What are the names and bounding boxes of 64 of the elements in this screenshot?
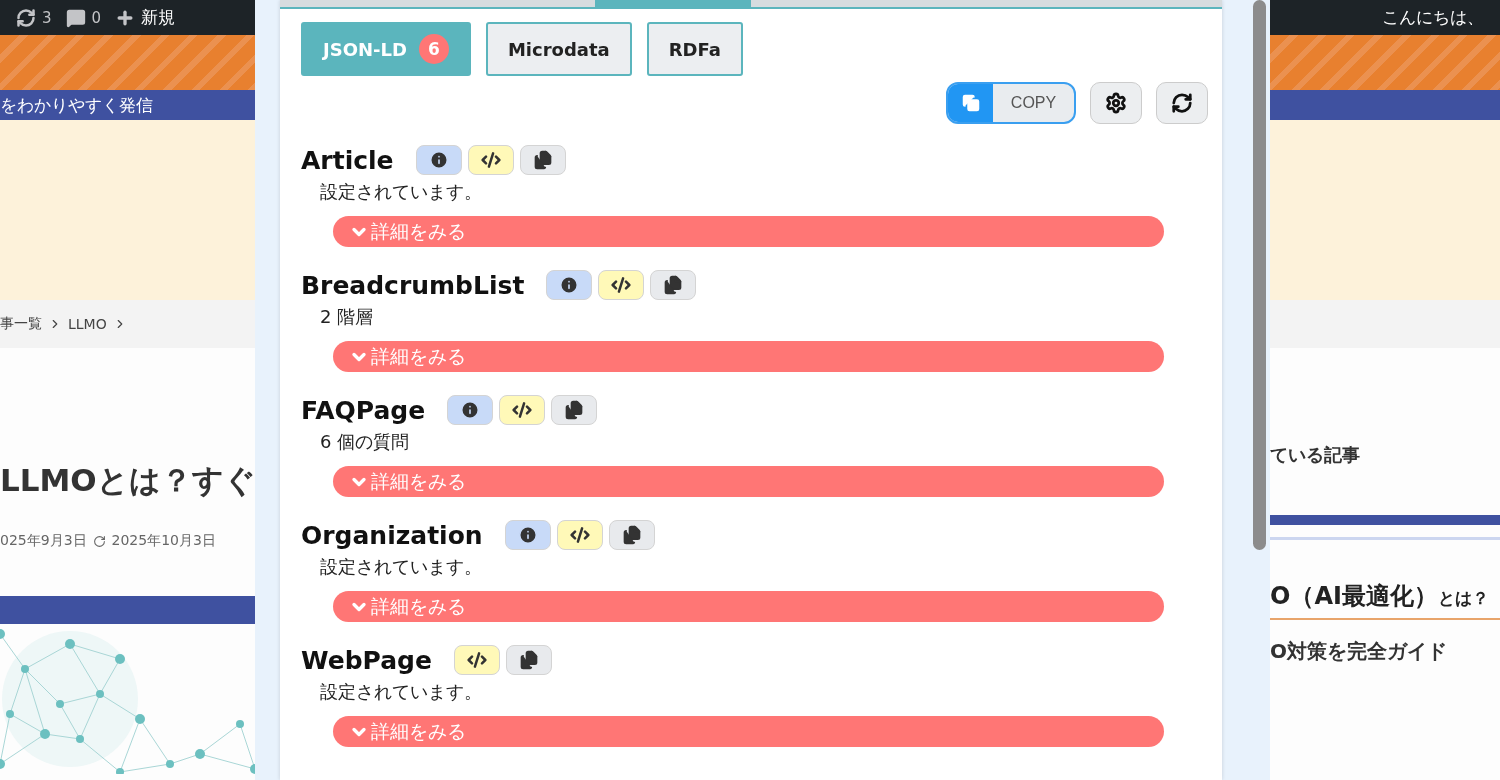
settings-icon [1105,92,1127,114]
code-button[interactable] [598,270,645,300]
sidebar-heading: ている記事 [1270,443,1361,467]
schema-summary: 6 個の質問 [320,430,411,454]
schema-summary: 設定されています。 [320,680,483,704]
article-title: LLMOとは？すぐ [0,461,255,500]
info-button[interactable] [504,520,551,550]
code-icon [466,650,487,670]
code-icon [611,275,632,295]
breadcrumb-link[interactable]: LLMO [68,316,107,332]
info-icon [460,400,481,420]
copy-icon [621,525,642,545]
copy-label: COPY [1009,93,1058,113]
schema-name: FAQPage [301,395,426,425]
site-tagline: をわかりやすく発信 [0,90,255,120]
copy-button[interactable] [650,270,697,300]
schema-summary: 2 階層 [320,305,375,329]
info-icon [517,525,538,545]
sidebar-article-title: O（AI最適化）とは？ [1270,580,1500,620]
info-button[interactable] [546,270,593,300]
settings-button[interactable] [1090,82,1142,124]
format-tab[interactable]: Microdata [485,22,632,76]
copy-icon [532,150,553,170]
info-icon [559,275,580,295]
refresh-icon [1171,92,1193,114]
schema-name: WebPage [301,645,432,675]
info-button[interactable] [447,395,494,425]
copy-icon [518,650,539,670]
scrollbar-thumb[interactable] [1253,0,1266,550]
comment-icon [65,7,86,28]
code-button[interactable] [499,395,546,425]
schema-summary: 設定されています。 [320,180,483,204]
schema-name: Article [301,145,394,175]
copy-icon [564,400,585,420]
admin-bar-label[interactable]: 新規 [141,6,176,29]
code-button[interactable] [453,645,500,675]
code-icon [569,525,590,545]
published-date: 025年9月3日 [0,532,87,550]
code-button[interactable] [467,145,514,175]
copy-toggle[interactable]: COPY [946,82,1076,124]
copy-button[interactable] [519,145,566,175]
info-button[interactable] [415,145,462,175]
format-tab[interactable]: RDFa [646,22,743,76]
breadcrumb-link[interactable]: 事一覧 [0,315,42,333]
code-icon [512,400,533,420]
schema-name: BreadcrumbList [301,270,525,300]
schema-name: Organization [301,520,483,550]
sidebar-article-subtitle: O対策を完全ガイド [1270,638,1448,665]
admin-bar-label[interactable]: 0 [91,8,102,27]
refresh-button[interactable] [1156,82,1208,124]
code-icon [480,150,501,170]
copy-button[interactable] [608,520,655,550]
update-icon [92,534,106,548]
copy-icon [961,94,980,112]
refresh-icon [16,7,36,28]
schema-summary: 設定されています。 [320,555,483,579]
admin-bar-label[interactable]: 3 [42,8,52,27]
code-button[interactable] [556,520,603,550]
count-badge: 6 [418,34,449,64]
info-icon [428,150,449,170]
updated-date: 2025年10月3日 [111,532,216,550]
copy-button[interactable] [551,395,598,425]
copy-icon [663,275,684,295]
copy-button[interactable] [505,645,552,675]
